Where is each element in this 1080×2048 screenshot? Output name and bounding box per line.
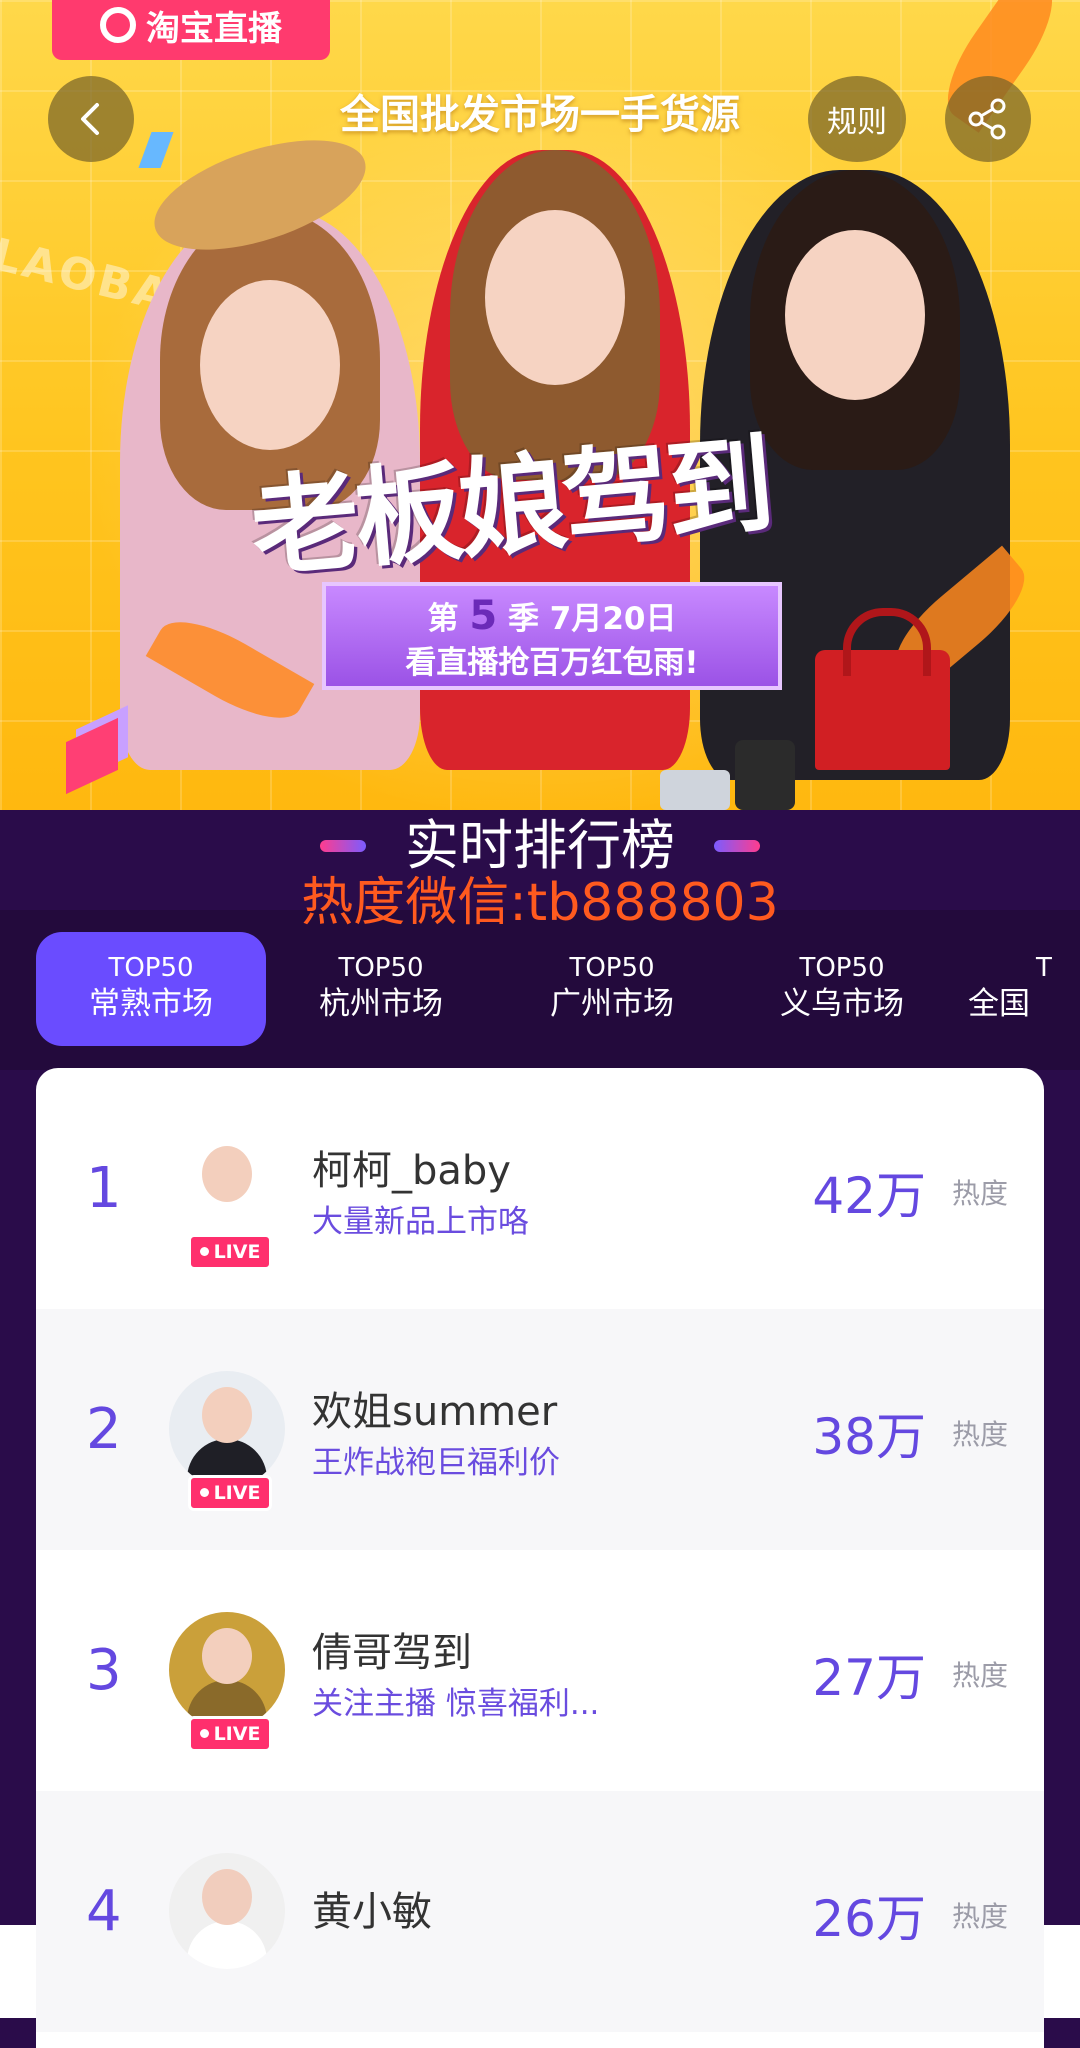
live-badge: LIVE [188, 1716, 272, 1752]
ranking-list: 1 LIVE 柯柯_baby 大量新品上市咯 42万 热度 2 LIVE 欢姐s… [36, 1068, 1044, 2048]
share-icon [968, 98, 1006, 140]
avatar[interactable] [169, 1371, 285, 1487]
streamer-name: 黄小敏 [312, 1889, 432, 1935]
back-button[interactable] [48, 76, 134, 162]
rules-button[interactable]: 规则 [808, 76, 906, 162]
avatar[interactable] [169, 1853, 285, 1969]
tab-national-market[interactable]: T 全国 [958, 932, 1080, 1046]
season-promo-text: 看直播抢百万红包雨! [405, 645, 699, 681]
chevron-left-icon [81, 103, 99, 135]
perfume-image [735, 740, 795, 810]
wechat-overlay-text: 热度微信:tb888803 [301, 873, 779, 933]
tab-hangzhou-market[interactable]: TOP50 杭州市场 [266, 932, 496, 1046]
streamer-name: 柯柯_baby [312, 1148, 511, 1194]
tab-yiwu-market[interactable]: TOP50 义乌市场 [727, 932, 957, 1046]
rank-number: 1 [86, 1156, 122, 1221]
stream-description: 关注主播 惊喜福利... [312, 1686, 600, 1722]
heat-label: 热度 [951, 1900, 1008, 1933]
live-badge: LIVE [188, 1234, 272, 1270]
title-decoration-right [714, 840, 760, 852]
stream-description: 大量新品上市咯 [312, 1204, 529, 1240]
season-number: 5 [469, 593, 498, 639]
heat-value: 27万 [812, 1649, 926, 1707]
streamer-name: 欢姐summer [312, 1389, 558, 1435]
ranking-title: 实时排行榜 [405, 814, 675, 877]
list-item[interactable]: 3 LIVE 倩哥驾到 关注主播 惊喜福利... 27万 热度 [36, 1550, 1044, 1791]
avatar[interactable] [169, 1130, 285, 1246]
streamer-name: 倩哥驾到 [312, 1630, 472, 1676]
handbag-image [815, 608, 950, 770]
share-button[interactable] [945, 76, 1031, 162]
list-item[interactable]: 1 LIVE 柯柯_baby 大量新品上市咯 42万 热度 [36, 1068, 1044, 1309]
season-info-box: 第 5 季 7月20日 看直播抢百万红包雨! [322, 582, 782, 690]
tab-changshu-market[interactable]: TOP50 常熟市场 [36, 932, 266, 1046]
perfume-image [660, 770, 730, 810]
heat-label: 热度 [951, 1418, 1008, 1451]
banner-headline: 全国批发市场一手货源 [340, 92, 740, 138]
list-item[interactable]: 4 黄小敏 26万 热度 [36, 1791, 1044, 2032]
heat-value: 38万 [812, 1408, 926, 1466]
play-logo-icon [100, 7, 136, 43]
stream-description: 王炸战袍巨福利价 [312, 1445, 560, 1481]
rank-number: 2 [86, 1397, 122, 1462]
heat-label: 热度 [951, 1659, 1008, 1692]
taobao-live-logo: 淘宝直播 [52, 0, 330, 60]
live-badge: LIVE [188, 1475, 272, 1511]
avatar[interactable] [169, 1612, 285, 1728]
heat-value: 26万 [812, 1890, 926, 1948]
heat-label: 热度 [951, 1177, 1008, 1210]
event-banner[interactable]: LAOBAN 老板娘驾到 第 5 季 7月20日 看直播抢百万红包雨! 全国批发… [0, 0, 1080, 810]
list-item[interactable]: 2 LIVE 欢姐summer 王炸战袍巨福利价 38万 热度 [36, 1309, 1044, 1550]
heat-value: 42万 [812, 1167, 926, 1225]
tab-guangzhou-market[interactable]: TOP50 广州市场 [497, 932, 727, 1046]
rank-number: 3 [86, 1638, 122, 1703]
rank-number: 4 [86, 1879, 122, 1944]
